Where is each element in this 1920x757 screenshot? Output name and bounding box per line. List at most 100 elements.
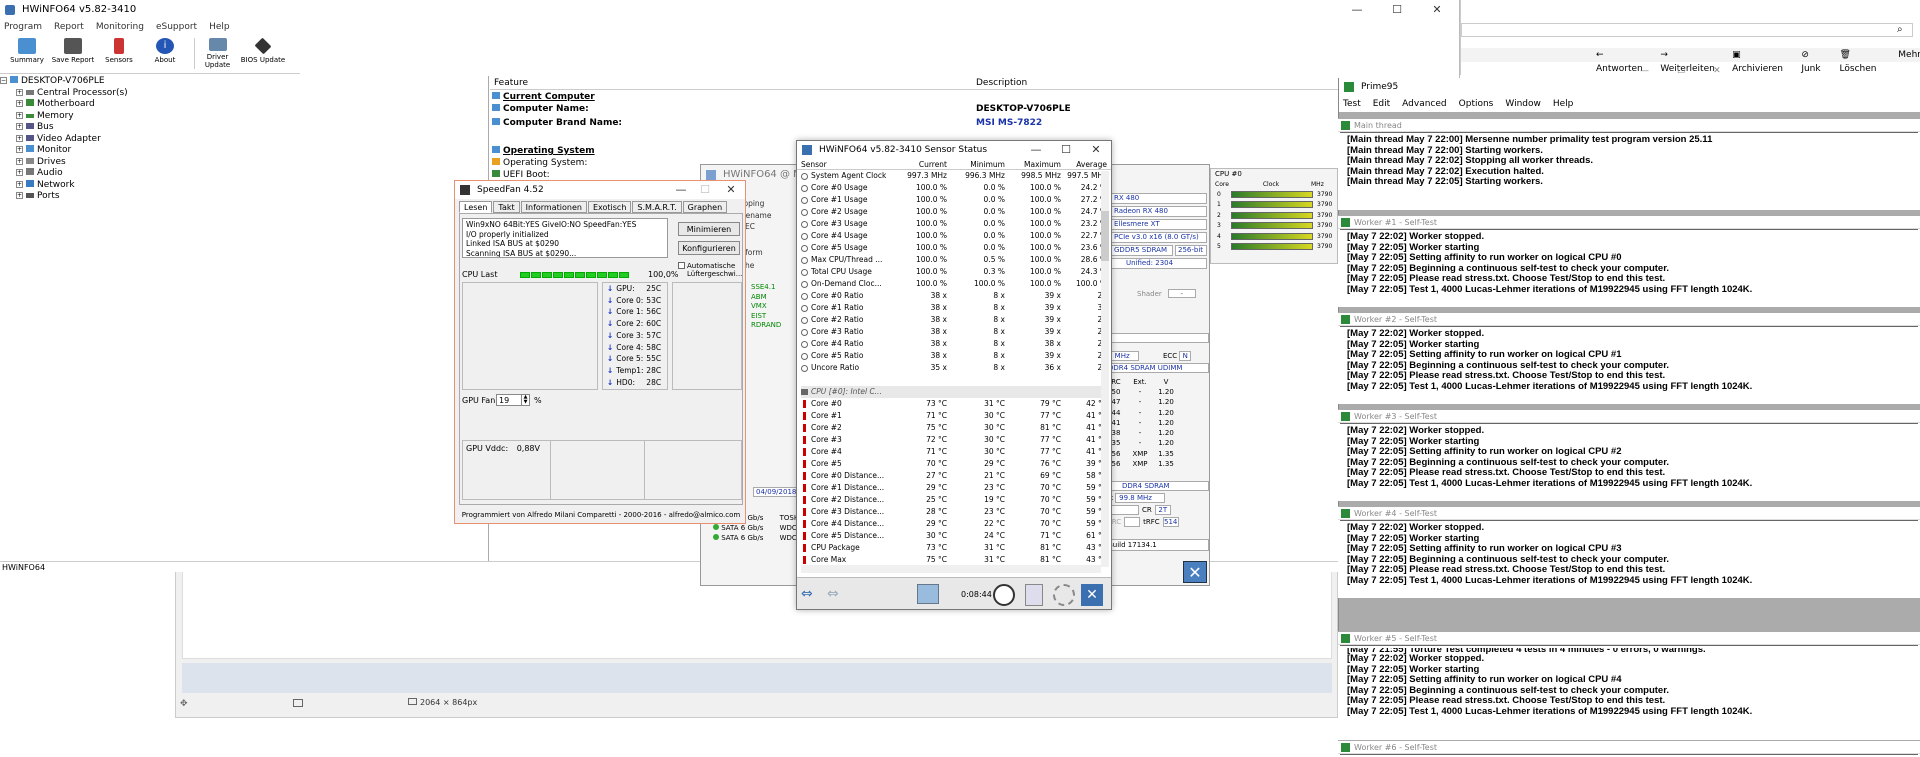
tree-item-cpu[interactable]: + Central Processor(s) [0,88,396,100]
menu-esupport[interactable]: eSupport [156,20,197,34]
col-maximum[interactable]: Maximum [1005,159,1061,169]
driver-update-button[interactable]: Driver Update [194,38,240,69]
menu-test[interactable]: Test [1343,96,1361,112]
more-button[interactable]: Mehr [1898,48,1920,62]
maximize-button[interactable]: ☐ [1677,66,1685,76]
prime95-worker-pane[interactable]: Main thread [Main thread May 7 22:00] Mer… [1338,118,1920,210]
col-description[interactable]: Description [976,78,1027,88]
sensor-row[interactable]: Core #5 Ratio38 x8 x39 x25 [801,350,1107,362]
menu-options[interactable]: Options [1459,96,1494,112]
tree-item-motherboard[interactable]: + Motherboard [0,99,396,111]
tree-item-network[interactable]: + Network [0,179,396,192]
menu-monitoring[interactable]: Monitoring [96,20,144,34]
sensor-row[interactable]: Core #0 73 °C 31 °C 79 °C 42 °C [801,398,1107,410]
settings-icon[interactable] [1053,584,1075,606]
sensor-row[interactable]: Uncore Ratio35 x8 x36 x25 [801,362,1107,374]
minimize-button[interactable]: — [669,181,693,199]
sensor-row[interactable]: CPU [#0]: Intel C... [801,386,1107,398]
prime95-worker-pane[interactable]: Worker #4 - Self-Test [May 7 22:02] Worke… [1338,506,1920,598]
sensor-row[interactable]: Core #0 Distance... 27 °C 21 °C 69 °C 58 °C [801,470,1107,482]
tab-graphen[interactable]: Graphen [682,201,728,213]
sensor-row[interactable]: Total CPU Usage 100.0 % 0.3 % 100.0 % 24.3 % [801,266,1107,278]
sensor-row[interactable]: Core #3 Usage 100.0 % 0.0 % 100.0 % 23.2 % [801,218,1107,230]
speedfan-log[interactable]: Win9xNO 64Bit:YES GiveIO:NO SpeedFan:YES… [462,218,668,258]
close-button[interactable]: ✕ [1713,66,1721,76]
minimize-app-button[interactable]: Minimieren [678,222,740,236]
sensor-row[interactable]: Core #5 Usage 100.0 % 0.0 % 100.0 % 23.6 % [801,242,1107,254]
clock-icon[interactable] [993,584,1015,606]
sensor-scrollbar[interactable] [1101,171,1109,567]
move-icon[interactable]: ✥ [180,699,188,709]
sensors-button[interactable]: Sensors [96,38,142,69]
spinner-icon[interactable]: ▲ ▼ [521,395,529,405]
close-button[interactable]: ✕ [1081,141,1111,159]
maximize-button[interactable]: ☐ [1377,0,1417,20]
nav-arrows-icon[interactable]: ⇔ [827,586,839,602]
menu-advanced[interactable]: Advanced [1402,96,1446,112]
sensor-row[interactable]: Core Max 75 °C 31 °C 81 °C 43 °C [801,554,1107,564]
tree-item-monitor[interactable]: + Monitor [0,145,396,157]
sensor-row[interactable]: Core #1 Ratio38 x8 x39 x32 [801,302,1107,314]
col-current[interactable]: Current [899,159,947,169]
col-sensor[interactable]: Sensor [801,159,899,169]
horizontal-scrollbar[interactable] [801,565,1101,573]
sensor-row[interactable]: Core #4 Distance... 29 °C 22 °C 70 °C 59 °C [801,518,1107,530]
tree-item-video-adapter[interactable]: + Video Adapter [0,134,396,146]
tab-smart[interactable]: S.M.A.R.T. [632,201,682,213]
menu-help[interactable]: Help [1553,96,1574,112]
minimize-button[interactable]: — [1640,66,1649,76]
menu-help[interactable]: Help [209,20,230,34]
bios-update-button[interactable]: BIOS Update [240,37,286,69]
minimize-button[interactable]: — [1337,0,1377,20]
sensor-row[interactable]: Core #2 75 °C 30 °C 81 °C 41 °C [801,422,1107,434]
summary-button[interactable]: Summary [4,38,50,69]
tree-item-drives[interactable]: + Drives [0,157,396,169]
sensor-row[interactable]: Core #4 Usage 100.0 % 0.0 % 100.0 % 22.7 % [801,230,1107,242]
sensor-row[interactable]: Core #5 Distance... 30 °C 24 °C 71 °C 61 °C [801,530,1107,542]
sensor-row[interactable]: Core #2 Distance... 25 °C 19 °C 70 °C 59 °C [801,494,1107,506]
tree-item-ports[interactable]: + Ports [0,191,396,203]
sensor-row[interactable]: Core #2 Ratio38 x8 x39 x29 [801,314,1107,326]
reply-button[interactable]: ← Antworten [1596,48,1650,74]
prime95-worker-pane[interactable]: Worker #5 - Self-Test [May 7 21:55] Tortu… [1338,631,1920,743]
report-icon[interactable] [1025,584,1043,606]
tab-exotisch[interactable]: Exotisch [587,201,632,213]
close-icon[interactable]: ✕ [1081,584,1103,606]
auto-fan-checkbox[interactable]: Automatische Lüftergeschwi... [678,262,744,278]
col-minimum[interactable]: Minimum [947,159,1005,169]
menu-program[interactable]: Program [4,20,42,34]
sensor-row[interactable]: Core #5 70 °C 29 °C 76 °C 39 °C [801,458,1107,470]
tab-informationen[interactable]: Informationen [520,201,587,213]
sensor-row[interactable]: On-Demand Cloc... 100.0 % 100.0 % 100.0 % 10… [801,278,1107,290]
close-button[interactable]: ✕ [1417,0,1457,20]
prime95-worker-pane[interactable]: Worker #6 - Self-Test [1338,740,1920,755]
tree-root[interactable]: − DESKTOP-V706PLE [0,76,396,88]
sensor-row[interactable]: Core #1 Distance... 29 °C 23 °C 70 °C 59 °C [801,482,1107,494]
forward-button[interactable]: → Weiterleiten [1660,48,1722,74]
sensor-row[interactable]: Core #4 71 °C 30 °C 77 °C 41 °C [801,446,1107,458]
about-button[interactable]: i About [142,38,188,69]
tab-takt[interactable]: Takt [493,201,520,213]
save-report-button[interactable]: Save Report [50,38,96,69]
archive-button[interactable]: ▣ Archivieren [1732,48,1791,74]
menu-window[interactable]: Window [1505,96,1541,112]
maximize-button[interactable]: ☐ [1051,141,1081,159]
sensor-row[interactable]: Core #4 Ratio38 x8 x38 x25 [801,338,1107,350]
tree-item-bus[interactable]: + Bus [0,122,396,134]
sensor-row[interactable]: Core #3 Ratio38 x8 x39 x26 [801,326,1107,338]
tab-lesen[interactable]: Lesen [459,201,493,213]
delete-button[interactable]: 🗑 Löschen [1840,48,1889,74]
col-average[interactable]: Average [1061,159,1107,169]
minimize-button[interactable]: — [1021,141,1051,159]
sensor-row[interactable]: System Agent Clock 997.3 MHz 996.3 MHz 998.… [801,170,1107,182]
search-icon[interactable]: ⌕ [1897,24,1903,35]
close-button[interactable]: ✕ [717,181,745,199]
maximize-button[interactable]: ☐ [693,181,717,199]
nav-arrows-icon[interactable]: ⇔ [801,586,813,602]
sensor-row[interactable] [801,374,1107,386]
col-feature[interactable]: Feature [494,78,528,88]
junk-button[interactable]: ⊘ Junk [1801,48,1829,74]
sensor-row[interactable]: CPU Package 73 °C 31 °C 81 °C 43 °C [801,542,1107,554]
menu-edit[interactable]: Edit [1373,96,1390,112]
sensor-row[interactable]: Core #1 71 °C 30 °C 77 °C 41 °C [801,410,1107,422]
